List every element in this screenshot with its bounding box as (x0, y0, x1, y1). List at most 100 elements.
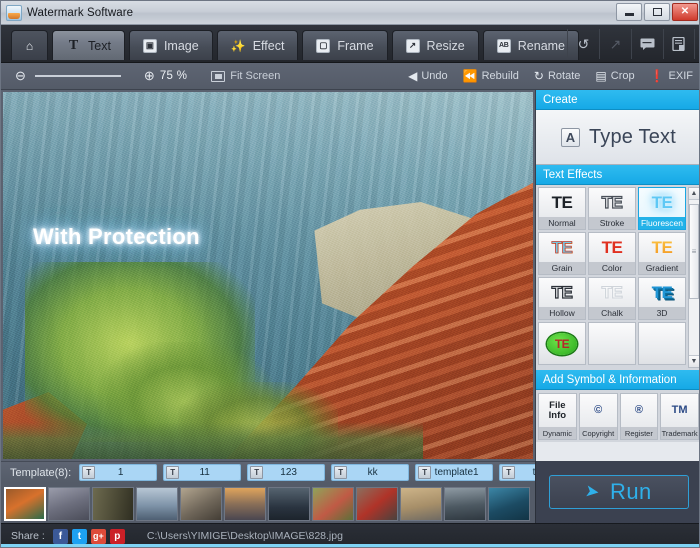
thumbnail-item[interactable] (356, 487, 398, 521)
application-window: Watermark Software ✕ ⌂ T Text ▣ Image ✨ … (0, 0, 700, 548)
close-button[interactable]: ✕ (672, 3, 698, 21)
template-text-icon: T (502, 466, 516, 479)
type-text-button[interactable]: A Type Text (536, 110, 699, 165)
minimize-button[interactable] (616, 3, 642, 21)
effect-stroke[interactable]: TE Stroke (588, 187, 636, 230)
effect-blob[interactable]: TE (538, 322, 586, 365)
thumbnail-item[interactable] (488, 487, 530, 521)
pinterest-share-icon[interactable]: p (109, 528, 125, 544)
thumbnail-item[interactable] (136, 487, 178, 521)
right-panel: Create A Type Text Text Effects TE Norma… (535, 90, 699, 461)
symbol-file-info[interactable]: File Info Dynamic (538, 393, 577, 440)
effect-empty-2[interactable] (638, 322, 686, 365)
effect-label: Normal (539, 217, 585, 229)
tab-effect[interactable]: ✨ Effect (216, 30, 299, 60)
fit-screen-button[interactable]: Fit Screen (211, 70, 280, 82)
effect-grain[interactable]: TE Grain (538, 232, 586, 275)
effect-empty-1[interactable] (588, 322, 636, 365)
template-text-icon: T (334, 466, 348, 479)
thumbnail-item[interactable] (48, 487, 90, 521)
tab-frame[interactable]: ▢ Frame (302, 30, 388, 60)
tab-text[interactable]: T Text (52, 30, 125, 60)
zoom-out-icon[interactable]: ⊖ (15, 68, 26, 84)
effect-label: Fluorescen (639, 217, 685, 229)
template-item-123[interactable]: T 123 (247, 464, 326, 481)
template-count-label: Template(8): (10, 466, 72, 479)
tab-home[interactable]: ⌂ (11, 30, 48, 60)
effect-normal[interactable]: TE Normal (538, 187, 586, 230)
twitter-share-icon[interactable]: t (71, 528, 87, 544)
history-redo-button[interactable]: ↗ (599, 29, 631, 59)
scroll-down-icon[interactable]: ▼ (689, 355, 699, 367)
facebook-share-icon[interactable]: f (52, 528, 68, 544)
effect-3d[interactable]: TE 3D (638, 277, 686, 320)
undo-button[interactable]: ◀ Undo (408, 69, 448, 83)
rotate-label: Rotate (547, 70, 581, 82)
effect-preview: TE (601, 237, 623, 257)
thumbnail-item[interactable] (400, 487, 442, 521)
effect-preview: TE (651, 282, 673, 302)
window-title: Watermark Software (27, 6, 134, 19)
tab-image[interactable]: ▣ Image (128, 30, 213, 60)
tab-resize[interactable]: ↗ Resize (391, 30, 479, 60)
tab-effect-label: Effect (252, 38, 285, 53)
template-item-11[interactable]: T 11 (163, 464, 242, 481)
type-text-label: Type Text (588, 125, 677, 148)
image-canvas[interactable]: With Protection (1, 90, 535, 461)
thumbnail-item[interactable] (268, 487, 310, 521)
zoom-slider[interactable] (34, 75, 121, 77)
undo-icon: ◀ (408, 69, 418, 83)
rotate-button[interactable]: ↻ Rotate (534, 69, 580, 83)
exif-label: EXIF (668, 70, 693, 82)
template-item-kk[interactable]: T kk (331, 464, 410, 481)
thumbnail-item[interactable] (180, 487, 222, 521)
run-zone: ➤ Run (535, 461, 699, 523)
crop-label: Crop (610, 70, 635, 82)
scrollbar-thumb[interactable]: ≡ (689, 204, 699, 299)
text-effects-section-header: Text Effects (536, 165, 699, 185)
effect-fluorescent[interactable]: TE Fluorescen (638, 187, 686, 230)
watermark-text[interactable]: With Protection (33, 224, 200, 250)
maximize-button[interactable] (644, 3, 670, 21)
add-symbol-section-header: Add Symbol & Information (536, 370, 699, 390)
thumbnail-item[interactable] (92, 487, 134, 521)
bottom-accent-bar (1, 544, 699, 547)
history-undo-button[interactable]: ↺ (567, 29, 599, 59)
tab-rename-label: Rename (517, 38, 566, 53)
google-plus-share-icon[interactable]: g+ (90, 528, 106, 544)
template-text-icon: T (82, 466, 96, 479)
tab-rename[interactable]: AB Rename (482, 30, 580, 60)
symbol-trademark[interactable]: TM Trademark (660, 393, 699, 440)
feedback-button[interactable] (631, 29, 663, 59)
effect-preview: TE (601, 192, 623, 212)
crop-button[interactable]: ▤ Crop (595, 69, 634, 83)
symbol-preview: © (594, 403, 603, 416)
tab-text-label: Text (88, 38, 111, 53)
effect-color[interactable]: TE Color (588, 232, 636, 275)
scroll-up-icon[interactable]: ▲ (689, 188, 699, 200)
thumbnail-item[interactable] (444, 487, 486, 521)
run-button[interactable]: ➤ Run (548, 475, 689, 509)
text-effects-scrollbar[interactable]: ▲ ≡ ▼ (688, 187, 699, 368)
symbol-copyright[interactable]: © Copyright (578, 393, 618, 440)
effect-chalk[interactable]: TE Chalk (588, 277, 636, 320)
effect-preview: TE (547, 332, 577, 355)
thumbnail-item[interactable] (4, 487, 46, 521)
effect-gradient[interactable]: TE Gradient (638, 232, 686, 275)
template-item-1[interactable]: T 1 (79, 464, 158, 481)
rebuild-button[interactable]: ⏪ Rebuild (463, 69, 519, 83)
exif-button[interactable]: ❗ EXIF (650, 69, 693, 83)
magic-wand-icon: ✨ (230, 38, 246, 53)
effect-hollow[interactable]: TE Hollow (538, 277, 586, 320)
thumbnail-item[interactable] (312, 487, 354, 521)
thumbnail-strip[interactable] (1, 483, 535, 523)
register-button[interactable] (663, 29, 695, 59)
file-path-label: C:\Users\YIMIGE\Desktop\IMAGE\828.jpg (146, 530, 343, 542)
image-icon: ▣ (142, 38, 157, 53)
symbol-register[interactable]: ® Register (619, 393, 659, 440)
rebuild-icon: ⏪ (462, 69, 478, 83)
text-effects-area: TE Normal TE Stroke TE Fluorescen TE Gra… (536, 185, 699, 370)
thumbnail-item[interactable] (224, 487, 266, 521)
template-item-template1[interactable]: T template1 (415, 464, 494, 481)
zoom-in-icon[interactable]: ⊕ (144, 68, 155, 84)
